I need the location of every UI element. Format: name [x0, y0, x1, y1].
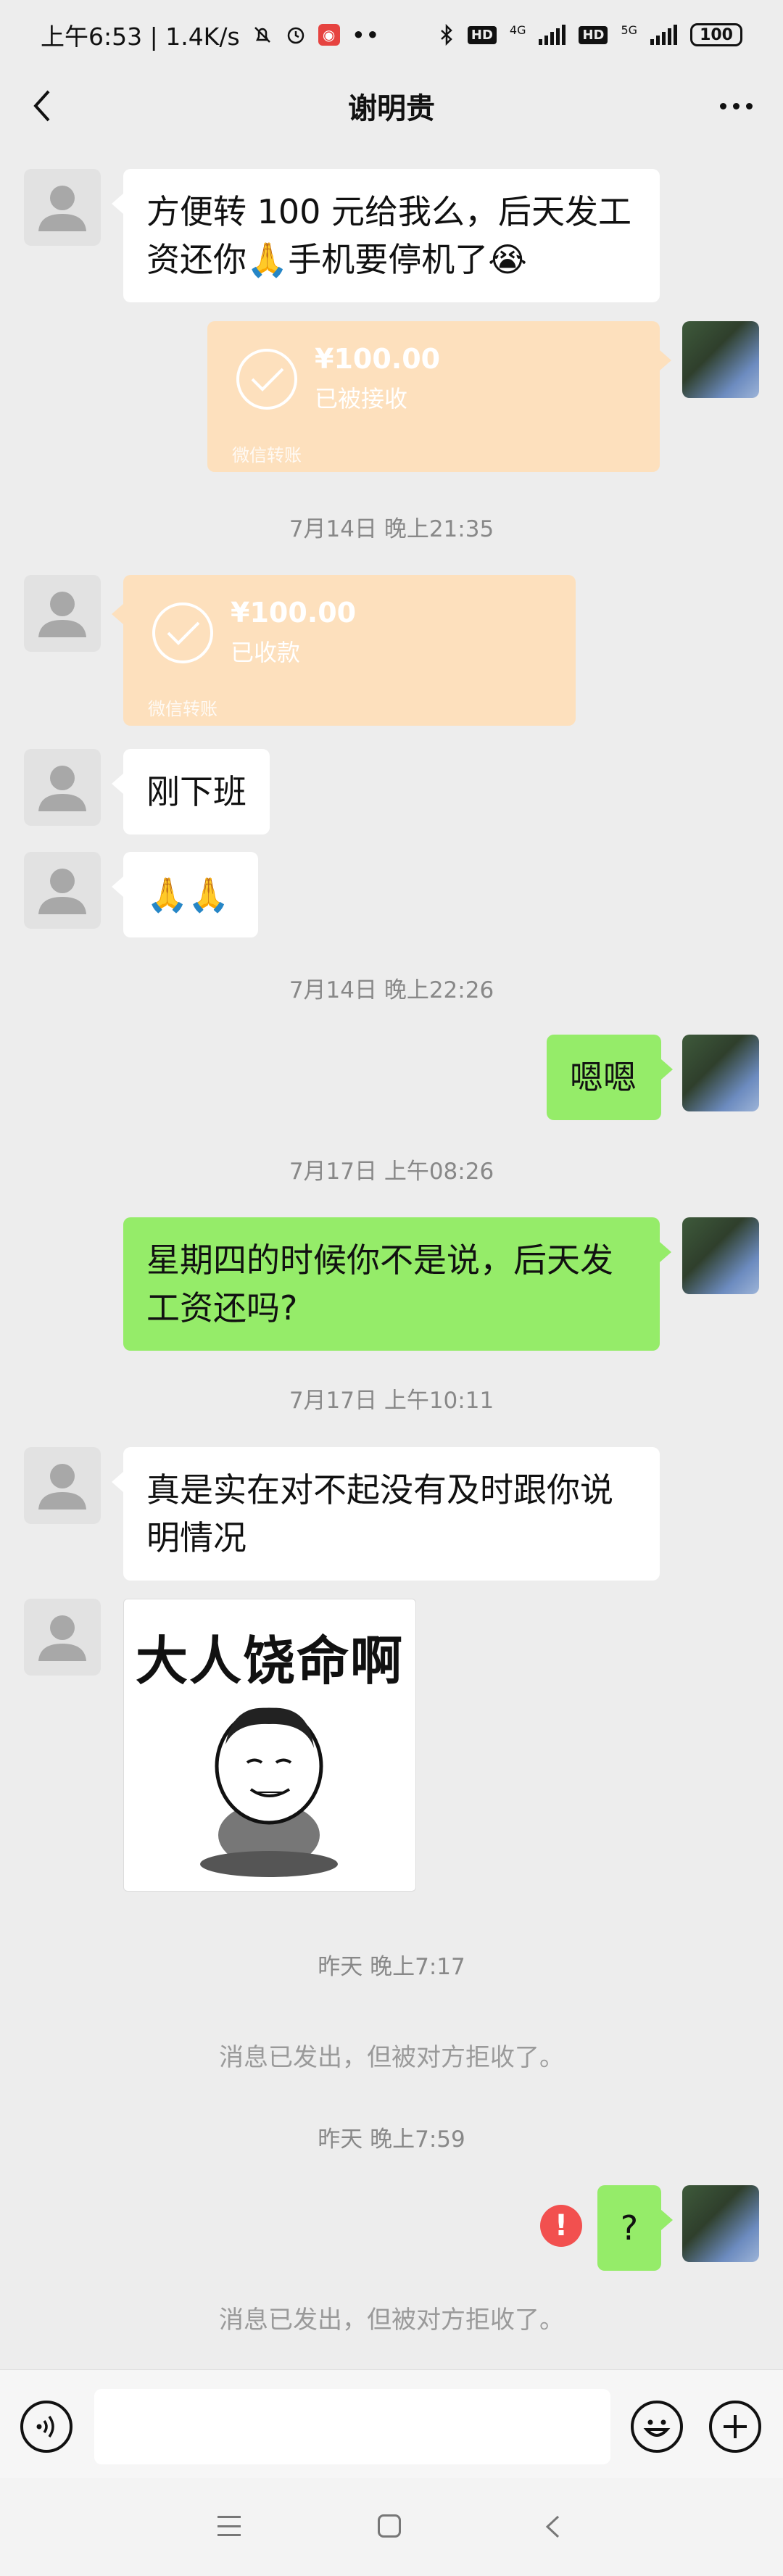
app-notification-icon: ◉ — [318, 24, 340, 46]
network-type-1: 4G — [509, 23, 526, 37]
bluetooth-icon — [439, 24, 455, 46]
status-more-dots: •• — [351, 20, 380, 49]
message-text: 🙏🙏 — [146, 875, 230, 914]
outgoing-message[interactable]: 星期四的时候你不是说，后天发工资还吗? — [123, 1217, 671, 1351]
sticker-face-image — [200, 1707, 338, 1877]
contact-avatar[interactable] — [24, 169, 101, 246]
chat-title: 谢明贵 — [348, 92, 435, 125]
message-text: ? — [620, 2208, 639, 2248]
message-text: 星期四的时候你不是说，后天发工资还吗? — [146, 1241, 613, 1328]
more-button[interactable] — [710, 86, 761, 126]
alarm-icon — [285, 24, 307, 46]
outgoing-message[interactable]: 嗯嗯 — [547, 1035, 673, 1120]
contact-avatar[interactable] — [24, 852, 101, 929]
transfer-footer: 微信转账 — [232, 445, 302, 465]
plus-button[interactable] — [709, 2401, 761, 2453]
timestamp: 7月14日 晚上22:26 — [289, 977, 494, 1003]
chevron-left-icon — [33, 90, 50, 122]
network-type-2: 5G — [621, 23, 638, 37]
timestamp: 昨天 晚上7:59 — [318, 2126, 465, 2153]
check-icon — [236, 349, 297, 410]
check-icon — [152, 602, 213, 663]
transfer-status: 已被接收 — [315, 385, 408, 413]
rejected-notice: 消息已发出，但被对方拒收了。 — [219, 2043, 564, 2072]
back-button[interactable] — [22, 86, 62, 126]
transfer-footer: 微信转账 — [148, 699, 218, 719]
message-text: 真是实在对不起没有及时跟你说明情况 — [146, 1470, 613, 1557]
message-text: 刚下班 — [146, 772, 246, 811]
bell-off-icon — [252, 24, 273, 46]
voice-icon — [36, 2415, 54, 2438]
more-icon — [719, 102, 726, 109]
timestamp: 7月17日 上午08:26 — [289, 1159, 494, 1185]
emoji-icon — [643, 2419, 671, 2437]
signal-icon-2 — [650, 25, 678, 45]
self-avatar[interactable] — [682, 2185, 759, 2262]
message-text: 方便转 100 元给我么，后天发工资还你🙏手机要停机了😭 — [146, 192, 632, 279]
rejected-notice: 消息已发出，但被对方拒收了。 — [219, 2306, 564, 2335]
hd-badge-2: HD — [579, 25, 608, 44]
incoming-message[interactable]: 🙏🙏 — [112, 852, 258, 937]
chat-header: 谢明贵 — [0, 70, 783, 142]
home-button[interactable] — [378, 2514, 401, 2538]
battery-icon: 100 — [690, 23, 742, 46]
contact-avatar[interactable] — [24, 1599, 101, 1676]
triangle-back-icon — [545, 2515, 560, 2538]
system-nav-bar — [0, 2478, 783, 2576]
outgoing-transfer-card[interactable]: ¥100.00 已被接收 微信转账 — [207, 321, 671, 472]
recents-button[interactable] — [218, 2516, 241, 2536]
transfer-amount: ¥100.00 — [231, 597, 357, 629]
timestamp: 7月17日 上午10:11 — [289, 1388, 494, 1414]
send-failed-icon[interactable]: ! — [540, 2205, 582, 2247]
emoji-button[interactable] — [631, 2401, 683, 2453]
incoming-message[interactable]: 方便转 100 元给我么，后天发工资还你🙏手机要停机了😭 — [112, 169, 660, 302]
voice-button[interactable] — [20, 2401, 72, 2453]
timestamp: 昨天 晚上7:17 — [318, 1954, 465, 1980]
sticker-message[interactable]: 大人饶命啊 — [123, 1599, 416, 1892]
message-input[interactable] — [94, 2389, 610, 2464]
input-bar — [0, 2369, 783, 2479]
system-back-button[interactable] — [544, 2514, 561, 2542]
status-bar: 上午6:53 | 1.4K/s ◉ •• HD 4G HD 5G 100 — [0, 0, 783, 70]
message-text: 嗯嗯 — [570, 1058, 637, 1097]
self-avatar[interactable] — [682, 1217, 759, 1294]
contact-avatar[interactable] — [24, 749, 101, 826]
self-avatar[interactable] — [682, 321, 759, 398]
outgoing-message[interactable]: ? — [597, 2185, 673, 2271]
incoming-message[interactable]: 真是实在对不起没有及时跟你说明情况 — [112, 1447, 660, 1581]
hd-badge-1: HD — [467, 25, 497, 44]
transfer-status: 已收款 — [231, 639, 301, 666]
contact-avatar[interactable] — [24, 1447, 101, 1524]
self-avatar[interactable] — [682, 1035, 759, 1111]
status-time: 上午6:53 | 1.4K/s — [41, 22, 240, 51]
signal-icon-1 — [539, 25, 566, 45]
incoming-transfer-card[interactable]: ¥100.00 已收款 微信转账 — [112, 575, 576, 726]
incoming-message[interactable]: 刚下班 — [112, 749, 270, 834]
timestamp: 7月14日 晚上21:35 — [289, 516, 494, 542]
contact-avatar[interactable] — [24, 575, 101, 652]
transfer-amount: ¥100.00 — [315, 343, 441, 375]
